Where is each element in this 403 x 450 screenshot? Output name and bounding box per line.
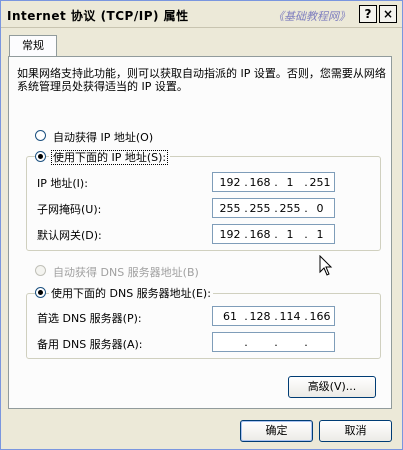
octet: 114 [279,310,301,323]
mouse-cursor-icon [319,255,333,276]
preferred-dns-label: 首选 DNS 服务器(P): [37,312,142,325]
auto-ip-label: 自动获得 IP 地址(O) [53,131,154,144]
ip-address-input[interactable]: 192 . 168 . 1 . 251 [212,172,335,192]
octet: 255 [249,202,271,215]
octet: 192 [219,228,241,241]
octet: 255 [279,202,301,215]
octet: 1 [316,228,324,241]
dot-separator: . [304,336,308,349]
octet: 128 [249,310,271,323]
cancel-button[interactable]: 取消 [319,420,392,442]
watermark: 《基础教程网》 [273,10,350,23]
advanced-button[interactable]: 高级(V)... [288,376,376,398]
tab-general[interactable]: 常规 [9,35,57,57]
manual-ip-radio[interactable] [35,151,46,162]
dot-separator: . [274,336,278,349]
alternate-dns-input[interactable]: . . . [212,332,335,352]
octet: 192 [219,176,241,189]
octet: 1 [286,176,294,189]
octet: 168 [249,176,271,189]
octet: 1 [286,228,294,241]
octet: 168 [249,228,271,241]
octet: 255 [219,202,241,215]
manual-ip-label: 使用下面的 IP 地址(S): [51,150,169,165]
manual-dns-radio[interactable] [35,287,46,298]
subnet-mask-input[interactable]: 255 . 255 . 255 . 0 [212,198,335,218]
octet: 166 [309,310,331,323]
auto-dns-label: 自动获得 DNS 服务器地址(B) [53,266,199,279]
title-bar: Internet 协议 (TCP/IP) 属性 《基础教程网》 ? × [1,1,402,28]
default-gateway-input[interactable]: 192 . 168 . 1 . 1 [212,224,335,244]
octet: 61 [223,310,237,323]
help-button[interactable]: ? [359,5,377,23]
manual-dns-label: 使用下面的 DNS 服务器地址(E): [49,285,213,301]
default-gateway-label: 默认网关(D): [37,229,102,242]
dot-separator: . [244,336,248,349]
window-title: Internet 协议 (TCP/IP) 属性 [7,9,189,23]
preferred-dns-input[interactable]: 61 . 128 . 114 . 166 [212,306,335,326]
subnet-mask-label: 子网掩码(U): [37,203,102,216]
octet: 251 [309,176,331,189]
octet: 0 [316,202,324,215]
alternate-dns-label: 备用 DNS 服务器(A): [37,338,143,351]
close-button[interactable]: × [379,5,397,23]
description-text: 如果网络支持此功能，则可以获取自动指派的 IP 设置。否则，您需要从网络系统管理… [17,67,386,93]
tcpip-properties-dialog: Internet 协议 (TCP/IP) 属性 《基础教程网》 ? × 常规 如… [0,0,403,450]
ip-address-label: IP 地址(I): [37,177,88,190]
auto-ip-radio[interactable] [35,130,46,141]
ok-button[interactable]: 确定 [240,420,313,442]
auto-dns-radio[interactable] [35,265,46,276]
